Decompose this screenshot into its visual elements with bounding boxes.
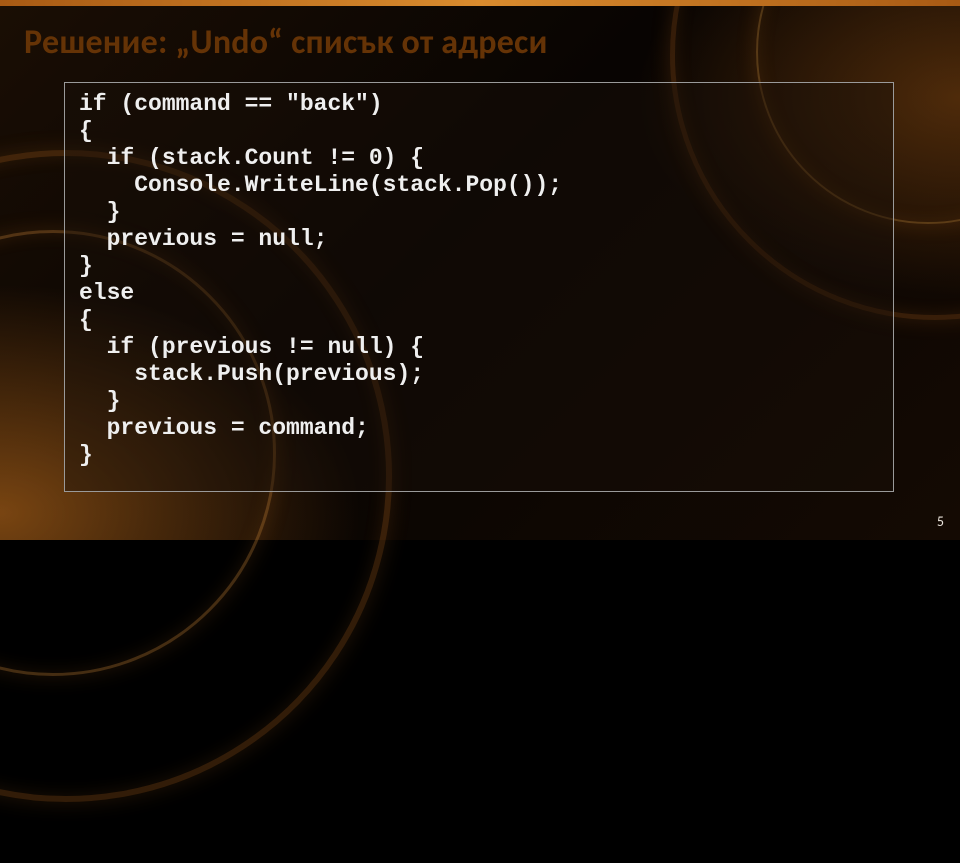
slide: Решение: „Undo“ списък от адреси if (com… — [0, 0, 960, 540]
slide-title: Решение: „Undo“ списък от адреси — [24, 22, 548, 63]
code-line: } — [79, 199, 120, 225]
code-line: } — [79, 388, 120, 414]
code-line: } — [79, 253, 93, 279]
code-line: { — [79, 118, 93, 144]
code-line: else — [79, 280, 134, 306]
code-line: { — [79, 307, 93, 333]
code-line: previous = null; — [79, 226, 327, 252]
code-line: if (command == "back") — [79, 91, 383, 117]
code-line: } — [79, 442, 93, 468]
code-line: if (stack.Count != 0) { — [79, 145, 424, 171]
code-block: if (command == "back") { if (stack.Count… — [64, 82, 894, 492]
page-number: 5 — [937, 513, 944, 530]
code-line: previous = command; — [79, 415, 369, 441]
code-line: stack.Push(previous); — [79, 361, 424, 387]
code-line: if (previous != null) { — [79, 334, 424, 360]
code-line: Console.WriteLine(stack.Pop()); — [79, 172, 562, 198]
